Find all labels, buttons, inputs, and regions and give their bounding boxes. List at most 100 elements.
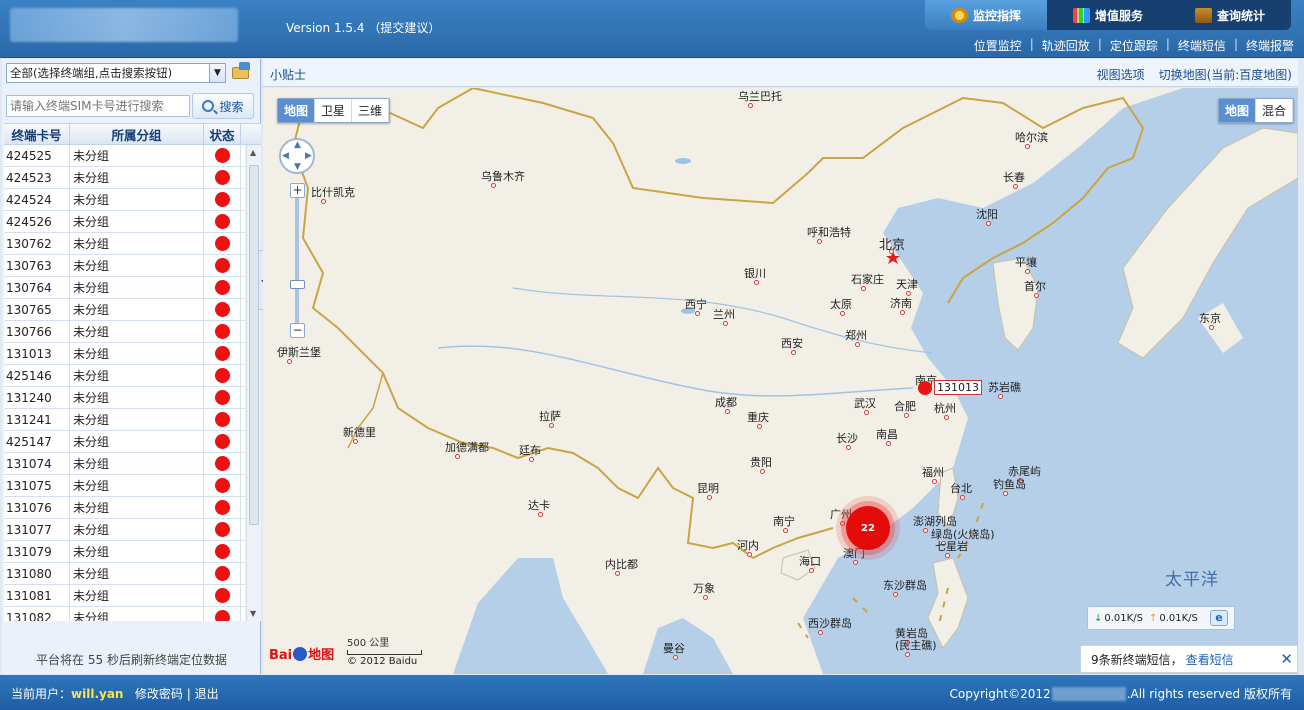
ocean-label: 太平洋	[1165, 570, 1219, 590]
view-options-link[interactable]: 视图选项	[1097, 66, 1145, 83]
city-dot	[287, 359, 292, 364]
status-dot	[214, 456, 230, 471]
city-label: 河内	[737, 539, 759, 552]
cell-sim: 130764	[4, 277, 70, 298]
cell-status	[204, 387, 241, 408]
table-row[interactable]: 424525 未分组	[4, 145, 245, 167]
table-row[interactable]: 131075 未分组	[4, 475, 245, 497]
cell-status	[204, 519, 241, 540]
sim-search-input[interactable]	[6, 95, 190, 117]
search-button[interactable]: 搜索	[192, 93, 254, 119]
cell-group: 未分组	[70, 563, 204, 584]
cell-group: 未分组	[70, 541, 204, 562]
chevron-down-icon[interactable]: ▼	[209, 64, 225, 82]
subnav-position-tracking[interactable]: 定位跟踪	[1110, 37, 1158, 54]
city-dot	[754, 280, 759, 285]
table-row[interactable]: 131241 未分组	[4, 409, 245, 431]
col-group[interactable]: 所属分组	[70, 124, 204, 144]
table-row[interactable]: 131013 未分组	[4, 343, 245, 365]
pan-left-icon[interactable]: ◀	[282, 151, 289, 161]
zoom-out-button[interactable]: −	[290, 323, 305, 338]
city-dot	[321, 199, 326, 204]
maptype-map[interactable]: 地图	[278, 99, 316, 122]
terminal-cluster[interactable]: 22	[846, 506, 890, 550]
folder-open-icon[interactable]	[230, 62, 252, 82]
table-row[interactable]: 424524 未分组	[4, 189, 245, 211]
table-row[interactable]: 425146 未分组	[4, 365, 245, 387]
close-icon[interactable]: ✕	[1280, 650, 1293, 668]
table-row[interactable]: 425147 未分组	[4, 431, 245, 453]
tips-link[interactable]: 小贴士	[270, 66, 306, 83]
table-row[interactable]: 424526 未分组	[4, 211, 245, 233]
pan-control[interactable]: ▲ ▼ ◀ ▶	[279, 138, 315, 174]
tab-monitor[interactable]: 监控指挥	[925, 0, 1047, 30]
table-row[interactable]: 131077 未分组	[4, 519, 245, 541]
pan-right-icon[interactable]: ▶	[305, 151, 312, 161]
table-row[interactable]: 131082 未分组	[4, 607, 245, 621]
city-label: 西沙群岛	[808, 617, 852, 630]
table-row[interactable]: 131240 未分组	[4, 387, 245, 409]
table-row[interactable]: 131079 未分组	[4, 541, 245, 563]
col-sim[interactable]: 终端卡号	[4, 124, 70, 144]
subnav-track-playback[interactable]: 轨迹回放	[1042, 37, 1090, 54]
scroll-thumb[interactable]	[249, 165, 259, 525]
table-row[interactable]: 130763 未分组	[4, 255, 245, 277]
status-dot	[214, 522, 230, 537]
col-status[interactable]: 状态	[204, 124, 241, 144]
status-dot	[214, 588, 230, 603]
table-row[interactable]: 130764 未分组	[4, 277, 245, 299]
logout-link[interactable]: 退出	[195, 687, 219, 701]
table-row[interactable]: 130762 未分组	[4, 233, 245, 255]
cell-status	[204, 365, 241, 386]
tab-query-stats-label: 查询统计	[1216, 8, 1265, 23]
tab-query-stats[interactable]: 查询统计	[1169, 0, 1291, 30]
maptype-hybrid[interactable]: 混合	[1256, 99, 1294, 122]
city-dot	[791, 350, 796, 355]
change-password-link[interactable]: 修改密码	[135, 687, 183, 701]
pan-up-icon[interactable]: ▲	[294, 140, 301, 150]
chart-icon	[1072, 7, 1090, 23]
tab-value-service[interactable]: 增值服务	[1047, 0, 1169, 30]
table-row[interactable]: 131081 未分组	[4, 585, 245, 607]
cell-group: 未分组	[70, 607, 204, 621]
terminal-marker-label[interactable]: 131013	[934, 380, 982, 395]
cell-sim: 425147	[4, 431, 70, 452]
zoom-slider-handle[interactable]	[290, 280, 305, 289]
city-label: 福州	[922, 466, 944, 479]
maptype-3d[interactable]: 三维	[352, 99, 390, 122]
switch-map-link[interactable]: 切换地图(当前:百度地图)	[1159, 66, 1292, 83]
view-sms-link[interactable]: 查看短信	[1186, 651, 1234, 668]
table-row[interactable]: 131074 未分组	[4, 453, 245, 475]
maptype-map-right[interactable]: 地图	[1219, 99, 1257, 122]
subnav-terminal-alarm[interactable]: 终端报警	[1246, 37, 1294, 54]
subnav-location-monitor[interactable]: 位置监控	[974, 37, 1022, 54]
cell-sim: 424524	[4, 189, 70, 210]
scale-label: 500 公里	[347, 638, 390, 649]
city-dot	[748, 103, 753, 108]
table-row[interactable]: 131076 未分组	[4, 497, 245, 519]
city-label: 长春	[1003, 171, 1025, 184]
pan-down-icon[interactable]: ▼	[294, 162, 301, 172]
suggest-link[interactable]: （提交建议）	[368, 21, 440, 35]
scroll-up-icon[interactable]: ▲	[250, 148, 256, 157]
table-row[interactable]: 130765 未分组	[4, 299, 245, 321]
city-label: 兰州	[713, 308, 735, 321]
table-scrollbar[interactable]: ▲ ▼	[246, 145, 261, 621]
map-canvas[interactable]: 地图 卫星 三维 地图 混合 ▲ ▼ ◀ ▶ + − 乌兰巴托 乌鲁木齐 比什凯克伊…	[263, 88, 1298, 674]
zoom-track[interactable]	[295, 195, 299, 329]
table-row[interactable]: 130766 未分组	[4, 321, 245, 343]
subnav-terminal-sms[interactable]: 终端短信	[1178, 37, 1226, 54]
zoom-in-button[interactable]: +	[290, 183, 305, 198]
browser-icon[interactable]: e	[1210, 610, 1228, 626]
terminal-marker[interactable]	[918, 381, 932, 395]
table-row[interactable]: 131080 未分组	[4, 563, 245, 585]
city-label: 内比都	[605, 558, 638, 571]
map-scale: 500 公里	[347, 634, 422, 655]
group-select[interactable]: 全部(选择终端组,点击搜索按钮) ▼	[6, 63, 226, 83]
maptype-satellite[interactable]: 卫星	[315, 99, 353, 122]
scroll-down-icon[interactable]: ▼	[250, 609, 256, 618]
terminal-panel: 全部(选择终端组,点击搜索按钮) ▼ 搜索 终端卡号 所属分组 状态 42452…	[2, 59, 261, 674]
table-row[interactable]: 424523 未分组	[4, 167, 245, 189]
status-dot	[214, 170, 230, 185]
city-dot	[864, 410, 869, 415]
